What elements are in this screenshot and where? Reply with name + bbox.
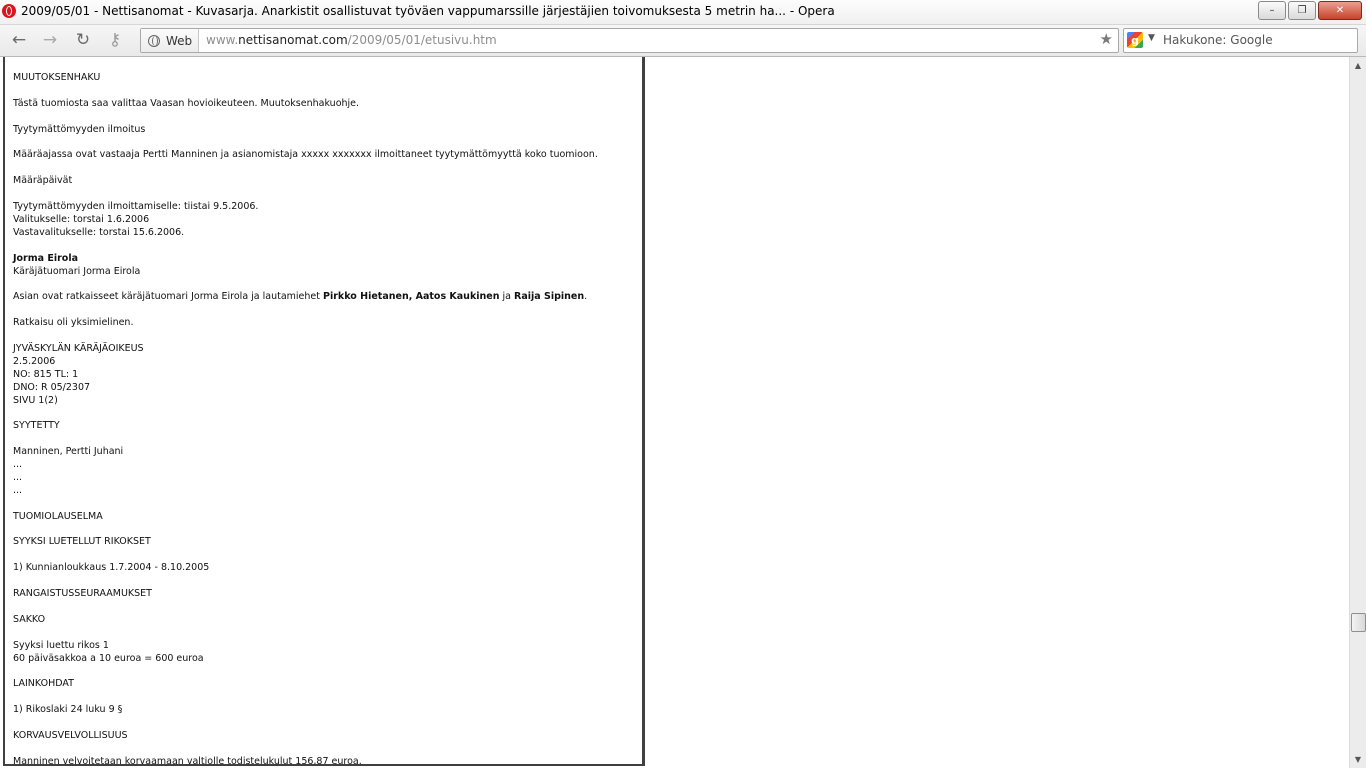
tyytymattomyys-heading: Tyytymättömyyden ilmoitus: [13, 123, 146, 135]
window-title: 2009/05/01 - Nettisanomat - Kuvasarja. A…: [21, 4, 835, 18]
maarapaivat-line: Vastavalitukselle: torstai 15.6.2006.: [13, 226, 185, 238]
muutoksenhaku-text: Tästä tuomiosta saa valittaa Vaasan hovi…: [13, 97, 360, 109]
tyytymattomyys-text: Määräajassa ovat vastaaja Pertti Mannine…: [13, 149, 598, 161]
maarapaivat-line: Tyytymättömyyden ilmoittamiselle: tiista…: [13, 200, 259, 212]
court-date: 2.5.2006: [13, 355, 56, 367]
right-frame: [643, 57, 1349, 766]
search-engine-dropdown-icon[interactable]: ▼: [1148, 33, 1155, 43]
lainkohta-item: 1) Rikoslaki 24 luku 9 §: [13, 704, 123, 716]
ratkaisijat-prefix: Asian ovat ratkaisseet käräjätuomari Jor…: [13, 291, 324, 303]
lautamiehet-names: Pirkko Hietanen, Aatos Kaukinen: [323, 291, 500, 303]
court-name: JYVÄSKYLÄN KÄRÄJÄOIKEUS: [13, 342, 144, 354]
article-body: MUUTOKSENHAKU Tästä tuomiosta saa valitt…: [13, 72, 633, 766]
rikokset-heading: SYYKSI LUETELLUT RIKOKSET: [13, 536, 151, 548]
sakko-block: Syyksi luettu rikos 1 60 päiväsakkoa a 1…: [13, 640, 633, 666]
seuraamukset-heading: RANGAISTUSSEURAAMUKSET: [13, 588, 152, 600]
korvaus-text: Manninen velvoitetaan korvaamaan valtiol…: [13, 755, 362, 766]
syytetty-heading: SYYTETTY: [13, 420, 60, 432]
scroll-up-button[interactable]: ▲: [1350, 57, 1366, 74]
globe-icon: [148, 34, 160, 47]
left-frame: MUUTOKSENHAKU Tästä tuomiosta saa valitt…: [3, 57, 644, 766]
ratkaisijat-text: Asian ovat ratkaisseet käräjätuomari Jor…: [13, 291, 633, 304]
court-header: JYVÄSKYLÄN KÄRÄJÄOIKEUS 2.5.2006 NO: 815…: [13, 343, 633, 408]
korvaus-heading: KORVAUSVELVOLLISUUS: [13, 729, 128, 741]
rikos-item: 1) Kunnianloukkaus 1.7.2004 - 8.10.2005: [13, 562, 210, 574]
lainkohdat-heading: LAINKOHDAT: [13, 678, 74, 690]
ellipsis-line: ...: [13, 484, 23, 496]
sakko-heading: SAKKO: [13, 613, 46, 625]
ratkaisijat-and: ja: [499, 291, 515, 303]
url-host: nettisanomat.com: [238, 33, 348, 47]
url-text[interactable]: www.nettisanomat.com/2009/05/01/etusivu.…: [206, 33, 497, 47]
yksimielinen-text: Ratkaisu oli yksimielinen.: [13, 317, 134, 329]
signature-block: Jorma Eirola Käräjätuomari Jorma Eirola: [13, 253, 633, 279]
web-label: Web: [166, 33, 193, 48]
tuomiolauselma-heading: TUOMIOLAUSELMA: [13, 510, 103, 522]
scroll-thumb[interactable]: [1351, 613, 1366, 632]
site-info-badge[interactable]: Web: [141, 29, 199, 52]
window-titlebar: 2009/05/01 - Nettisanomat - Kuvasarja. A…: [0, 0, 1366, 25]
ellipsis-line: ...: [13, 459, 23, 471]
forward-button[interactable]: →: [39, 29, 61, 51]
maarapaivat-heading: Määräpäivät: [13, 175, 73, 187]
minimize-button[interactable]: –: [1258, 1, 1286, 20]
window-controls: – ❐ ✕: [1258, 1, 1362, 20]
syytetty-block: Manninen, Pertti Juhani ... ... ...: [13, 446, 633, 498]
google-icon[interactable]: g: [1127, 32, 1143, 48]
signer-name: Jorma Eirola: [13, 252, 78, 264]
page-scrollbar[interactable]: ▲ ▼: [1349, 57, 1366, 768]
page-content: MUUTOKSENHAKU Tästä tuomiosta saa valitt…: [0, 57, 1349, 768]
close-button[interactable]: ✕: [1318, 1, 1362, 20]
sakko-line: Syyksi luettu rikos 1: [13, 639, 109, 651]
bookmark-star-icon[interactable]: ★: [1100, 30, 1113, 48]
syytetty-name: Manninen, Pertti Juhani: [13, 446, 124, 458]
wand-key-icon[interactable]: ⚷: [104, 29, 126, 51]
maarapaivat-line: Valitukselle: torstai 1.6.2006: [13, 213, 150, 225]
signer-title: Käräjätuomari Jorma Eirola: [13, 265, 141, 277]
url-path: /2009/05/01/etusivu.htm: [347, 33, 497, 47]
search-bar[interactable]: g ▼ Hakukone: Google: [1123, 28, 1358, 53]
search-input[interactable]: Hakukone: Google: [1163, 33, 1273, 47]
browser-toolbar: ← → ↻ ⚷ Web www.nettisanomat.com/2009/05…: [0, 25, 1366, 57]
opera-logo-icon: [2, 4, 16, 18]
lautamies-name: Raija Sipinen: [514, 291, 585, 303]
maarapaivat-list: Tyytymättömyyden ilmoittamiselle: tiista…: [13, 201, 633, 240]
court-dno: DNO: R 05/2307: [13, 381, 91, 393]
court-no: NO: 815 TL: 1: [13, 368, 79, 380]
sakko-line: 60 päiväsakkoa a 10 euroa = 600 euroa: [13, 652, 204, 664]
reload-button[interactable]: ↻: [72, 29, 94, 51]
restore-button[interactable]: ❐: [1288, 1, 1316, 20]
address-bar[interactable]: Web www.nettisanomat.com/2009/05/01/etus…: [140, 28, 1119, 53]
court-page: SIVU 1(2): [13, 394, 58, 406]
ellipsis-line: ...: [13, 471, 23, 483]
url-prefix: www.: [206, 33, 239, 47]
back-button[interactable]: ←: [8, 29, 30, 51]
ratkaisijat-suffix: .: [584, 291, 588, 303]
muutoksenhaku-heading: MUUTOKSENHAKU: [13, 72, 101, 83]
scroll-down-button[interactable]: ▼: [1350, 751, 1366, 768]
